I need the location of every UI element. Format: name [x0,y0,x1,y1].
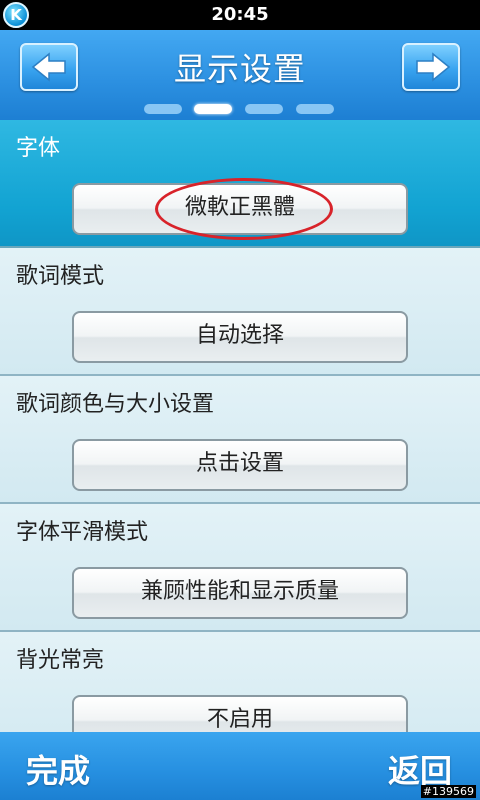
font-value-button[interactable]: 微軟正黑體 [72,183,408,235]
arrow-right-icon [416,52,451,82]
setting-label: 字体平滑模式 [16,520,149,545]
watermark: #139569 [420,785,476,798]
setting-label: 字体 [16,136,61,161]
lyrics-mode-button[interactable]: 自动选择 [72,311,408,363]
page-dot [296,104,334,114]
page-dot-active [194,104,232,114]
page-dot [144,104,182,114]
backlight-button[interactable]: 不启用 [72,695,408,732]
setting-font-smoothing[interactable]: 字体平滑模式 兼顾性能和显示质量 [0,504,480,632]
setting-font[interactable]: 字体 微軟正黑體 [0,120,480,248]
status-bar: K 20:45 [0,0,480,30]
setting-backlight[interactable]: 背光常亮 不启用 [0,632,480,732]
setting-label: 歌词模式 [16,264,105,289]
font-smoothing-button[interactable]: 兼顾性能和显示质量 [72,567,408,619]
lyrics-color-size-button[interactable]: 点击设置 [72,439,408,491]
done-button[interactable]: 完成 [26,746,90,792]
settings-list[interactable]: 字体 微軟正黑體 歌词模式 自动选择 歌词颜色与大小设置 点击设置 字体平滑模式… [0,120,480,732]
setting-lyrics-mode[interactable]: 歌词模式 自动选择 [0,248,480,376]
bottom-bar: 完成 返回 [0,732,480,800]
setting-label: 背光常亮 [16,648,105,673]
setting-lyrics-color-size[interactable]: 歌词颜色与大小设置 点击设置 [0,376,480,504]
page-dot [245,104,283,114]
title-bar: 显示设置 [0,30,480,120]
clock: 20:45 [211,4,269,25]
setting-label: 歌词颜色与大小设置 [16,392,215,417]
next-page-button[interactable] [402,43,460,91]
